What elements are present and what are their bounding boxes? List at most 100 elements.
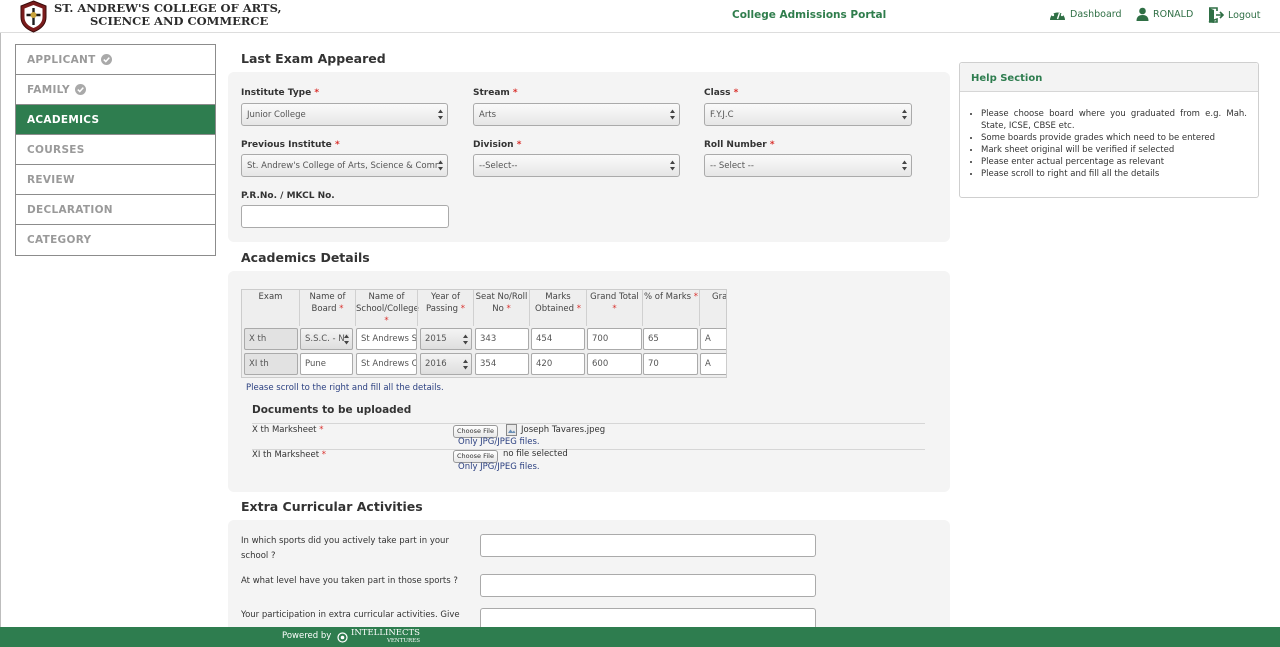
division-select[interactable]: --Select-- <box>473 154 680 177</box>
row2-percent-input[interactable]: 70 <box>643 353 698 375</box>
help-section: Help Section Please choose board where y… <box>959 62 1259 198</box>
help-title: Help Section <box>960 63 1258 92</box>
select-arrows-icon <box>902 109 907 120</box>
help-item: Some boards provide grades which need to… <box>981 132 1247 144</box>
institute-type-label: Institute Type * <box>241 88 320 98</box>
col-header-school: Name of School/College * <box>356 292 419 326</box>
stream-select[interactable]: Arts <box>473 103 680 126</box>
dashboard-link[interactable]: Dashboard <box>1049 7 1122 21</box>
sports-question: In which sports did you actively take pa… <box>241 536 449 561</box>
row2-year-value: 2016 <box>425 359 447 369</box>
class-value: F.Y.J.C <box>710 109 734 120</box>
row1-school-input[interactable]: St Andrews S <box>356 328 417 350</box>
sidebar-item-family[interactable]: FAMILY <box>16 75 215 105</box>
row2-seat-input[interactable]: 354 <box>475 353 529 375</box>
sidebar-item-review[interactable]: REVIEW <box>16 165 215 195</box>
sidebar-item-category[interactable]: CATEGORY <box>16 225 215 255</box>
select-arrows-icon <box>463 359 468 370</box>
row1-marks-input[interactable]: 454 <box>531 328 585 350</box>
doc-divider <box>252 449 925 450</box>
roll-number-value: -- Select -- <box>710 160 754 171</box>
academics-table: Exam Name of Board * Name of School/Coll… <box>241 289 727 378</box>
roll-number-select[interactable]: -- Select -- <box>704 154 912 177</box>
row2-marks-input[interactable]: 420 <box>531 353 585 375</box>
sidebar-item-applicant[interactable]: APPLICANT <box>16 45 215 75</box>
sidebar-item-declaration[interactable]: DECLARATION <box>16 195 215 225</box>
row1-board-value: S.S.C. - N <box>305 334 345 344</box>
app-header: ST. ANDREW'S COLLEGE OF ARTS, SCIENCE AN… <box>0 0 1280 33</box>
user-name: RONALD <box>1153 8 1194 20</box>
stream-value: Arts <box>479 109 497 120</box>
help-list: Please choose board where you graduated … <box>981 108 1247 180</box>
row1-total-input[interactable]: 700 <box>587 328 642 350</box>
college-name: ST. ANDREW'S COLLEGE OF ARTS, SCIENCE AN… <box>54 2 281 27</box>
logout-link[interactable]: Logout <box>1208 7 1261 23</box>
row1-year-select[interactable]: 2015 <box>420 328 472 350</box>
row2-school-input[interactable]: St Andrews C <box>356 353 417 375</box>
col-header-exam: Exam <box>258 292 283 302</box>
xth-file-hint: Only JPG/JPEG files. <box>458 437 540 447</box>
row1-percent-input[interactable]: 65 <box>643 328 698 350</box>
help-item: Please choose board where you graduated … <box>981 108 1247 132</box>
xth-file-name-text: Joseph Tavares.jpeg <box>521 425 606 435</box>
sidebar-item-courses[interactable]: COURSES <box>16 135 215 165</box>
sidebar-item-label: COURSES <box>27 143 85 156</box>
sidebar-item-label: APPLICANT <box>27 53 96 66</box>
user-menu[interactable]: RONALD <box>1136 7 1193 21</box>
select-arrows-icon <box>463 334 468 345</box>
sports-level-question: At what level have you taken part in tho… <box>241 576 458 586</box>
row2-year-select[interactable]: 2016 <box>420 353 472 375</box>
class-label: Class * <box>704 88 739 98</box>
col-header-marks: Marks Obtained * <box>535 292 581 314</box>
roll-number-label: Roll Number * <box>704 140 775 150</box>
documents-title: Documents to be uploaded <box>252 404 412 416</box>
sports-level-input[interactable] <box>480 574 816 597</box>
xth-file-name: Joseph Tavares.jpeg <box>506 424 605 436</box>
division-value: --Select-- <box>479 160 518 171</box>
dashboard-icon <box>1050 10 1065 20</box>
xith-marksheet-label: XI th Marksheet * <box>252 450 326 460</box>
row2-grade-input[interactable]: A <box>700 353 726 375</box>
sidebar-item-label: FAMILY <box>27 83 70 96</box>
logout-icon <box>1208 7 1224 23</box>
row2-board-input[interactable]: Pune <box>300 353 353 375</box>
col-header-total: Grand Total * <box>590 292 639 314</box>
col-header-board: Name of Board * <box>309 292 346 314</box>
row1-board-select[interactable]: S.S.C. - N <box>300 328 353 350</box>
sidebar-item-label: CATEGORY <box>27 234 92 246</box>
prn-input[interactable] <box>241 205 449 228</box>
sidebar-item-label: ACADEMICS <box>27 113 100 126</box>
previous-institute-select[interactable]: St. Andrew's College of Arts, Science & … <box>241 154 448 177</box>
row2-exam: XI th <box>244 353 298 375</box>
extra-curricular-title: Extra Curricular Activities <box>241 499 423 514</box>
powered-by-label: Powered by <box>282 631 332 641</box>
col-header-year: Year of Passing * <box>426 292 465 314</box>
last-exam-title: Last Exam Appeared <box>241 51 386 66</box>
sidebar-item-academics[interactable]: ACADEMICS <box>16 105 215 135</box>
sports-input[interactable] <box>480 534 816 557</box>
participation-input[interactable] <box>480 608 816 627</box>
academics-title: Academics Details <box>241 250 370 265</box>
portal-title: College Admissions Portal <box>732 9 887 21</box>
dashboard-label: Dashboard <box>1070 8 1122 20</box>
select-arrows-icon <box>438 109 443 120</box>
intellinects-logo: INTELLINECTS VENTURES <box>337 629 420 645</box>
institute-type-select[interactable]: Junior College <box>241 103 448 126</box>
row1-exam: X th <box>244 328 298 350</box>
col-header-percent: % of Marks * <box>643 292 698 302</box>
previous-institute-label: Previous Institute * <box>241 140 340 150</box>
select-arrows-icon <box>670 160 675 171</box>
image-file-icon <box>506 424 517 436</box>
row2-total-input[interactable]: 600 <box>587 353 642 375</box>
class-select[interactable]: F.Y.J.C <box>704 103 912 126</box>
select-arrows-icon <box>670 109 675 120</box>
scroll-note: Please scroll to the right and fill all … <box>246 383 444 393</box>
select-arrows-icon <box>438 160 443 171</box>
row1-seat-input[interactable]: 343 <box>475 328 529 350</box>
row1-grade-input[interactable]: A <box>700 328 726 350</box>
xith-file-hint: Only JPG/JPEG files. <box>458 462 540 472</box>
select-arrows-icon <box>902 160 907 171</box>
college-name-line2: SCIENCE AND COMMERCE <box>90 13 269 28</box>
intellinects-logo-icon <box>337 631 348 643</box>
college-crest-icon <box>20 0 47 33</box>
